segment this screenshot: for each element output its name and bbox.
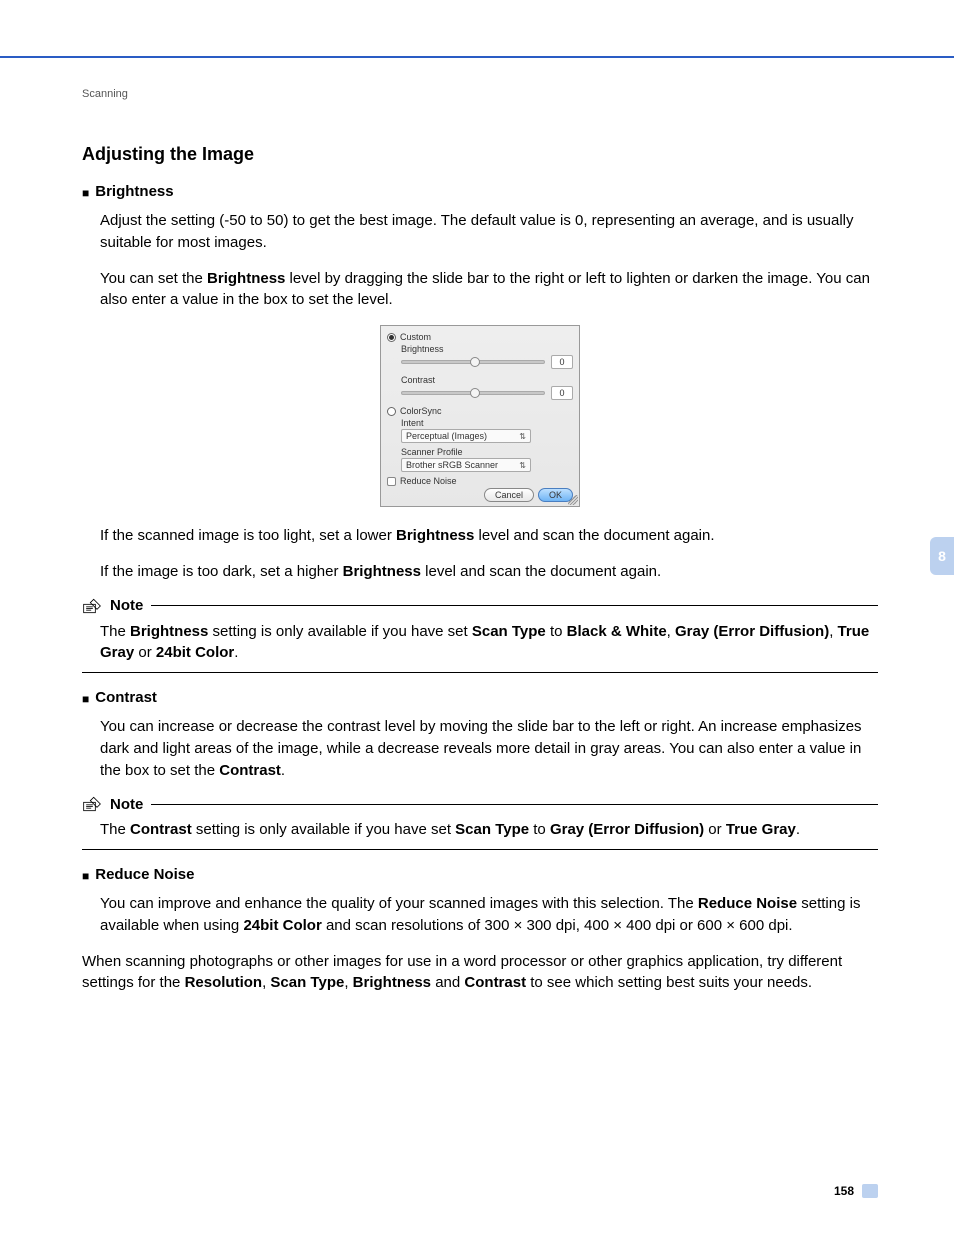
intent-select-value: Perceptual (Images) <box>406 431 487 441</box>
checkbox-icon <box>387 477 396 486</box>
intent-select[interactable]: Perceptual (Images) ⇅ <box>401 429 531 443</box>
reduce-noise-label: Reduce Noise <box>400 476 457 486</box>
contrast-p1: You can increase or decrease the contras… <box>100 716 878 781</box>
colorsync-radio[interactable]: ColorSync <box>387 406 573 416</box>
resize-grip-icon <box>568 495 578 505</box>
top-border <box>0 0 954 58</box>
note-rule <box>151 605 878 606</box>
reduce-noise-checkbox[interactable]: Reduce Noise <box>387 476 573 486</box>
scanner-profile-select[interactable]: Brother sRGB Scanner ⇅ <box>401 458 531 472</box>
brightness-slider[interactable] <box>401 360 545 364</box>
brightness-slider-label: Brightness <box>401 344 573 354</box>
radio-dot-icon <box>387 333 396 342</box>
reduce-noise-heading-text: Reduce Noise <box>95 866 194 883</box>
page-number-accent <box>862 1184 878 1198</box>
updown-arrow-icon: ⇅ <box>519 461 526 470</box>
contrast-heading-text: Contrast <box>95 689 157 706</box>
square-bullet-icon: ■ <box>82 693 89 705</box>
note-divider <box>82 849 878 850</box>
cancel-button[interactable]: Cancel <box>484 488 534 502</box>
contrast-slider-label: Contrast <box>401 375 573 385</box>
brightness-p2: You can set the Brightness level by drag… <box>100 268 878 312</box>
brightness-value-input[interactable]: 0 <box>551 355 573 369</box>
brightness-heading: ■ Brightness <box>82 183 878 200</box>
brightness-p1: Adjust the setting (-50 to 50) to get th… <box>100 210 878 254</box>
scanner-profile-label: Scanner Profile <box>401 447 573 457</box>
contrast-slider[interactable] <box>401 391 545 395</box>
note-label: Note <box>110 796 143 813</box>
settings-dialog: Custom Brightness 0 Contrast 0 ColorSync… <box>380 325 580 507</box>
note-brightness: Note The Brightness setting is only avai… <box>82 597 878 674</box>
square-bullet-icon: ■ <box>82 187 89 199</box>
note-brightness-body: The Brightness setting is only available… <box>100 621 878 665</box>
brightness-p4: If the image is too dark, set a higher B… <box>100 561 878 583</box>
reduce-noise-heading: ■ Reduce Noise <box>82 866 878 883</box>
note-pencil-icon <box>82 795 102 813</box>
contrast-heading: ■ Contrast <box>82 689 878 706</box>
settings-dialog-screenshot: Custom Brightness 0 Contrast 0 ColorSync… <box>380 325 580 507</box>
note-label: Note <box>110 597 143 614</box>
brightness-p3: If the scanned image is too light, set a… <box>100 525 878 547</box>
brightness-heading-text: Brightness <box>95 183 173 200</box>
updown-arrow-icon: ⇅ <box>519 432 526 441</box>
reduce-noise-p1: You can improve and enhance the quality … <box>100 893 878 937</box>
note-contrast-body: The Contrast setting is only available i… <box>100 819 878 841</box>
closing-paragraph: When scanning photographs or other image… <box>82 951 878 995</box>
custom-radio-label: Custom <box>400 332 431 342</box>
intent-label: Intent <box>401 418 573 428</box>
slider-thumb-icon <box>470 357 480 367</box>
page-footer: 158 <box>834 1184 878 1198</box>
slider-thumb-icon <box>470 388 480 398</box>
page-content: Scanning Adjusting the Image ■ Brightnes… <box>0 58 954 994</box>
scanner-profile-value: Brother sRGB Scanner <box>406 460 498 470</box>
custom-radio[interactable]: Custom <box>387 332 573 342</box>
note-divider <box>82 672 878 673</box>
note-rule <box>151 804 878 805</box>
page-number: 158 <box>834 1184 854 1198</box>
radio-dot-icon <box>387 407 396 416</box>
page-title: Adjusting the Image <box>82 144 878 165</box>
note-pencil-icon <box>82 597 102 615</box>
colorsync-radio-label: ColorSync <box>400 406 442 416</box>
note-contrast: Note The Contrast setting is only availa… <box>82 795 878 850</box>
square-bullet-icon: ■ <box>82 870 89 882</box>
breadcrumb: Scanning <box>82 88 878 100</box>
contrast-value-input[interactable]: 0 <box>551 386 573 400</box>
